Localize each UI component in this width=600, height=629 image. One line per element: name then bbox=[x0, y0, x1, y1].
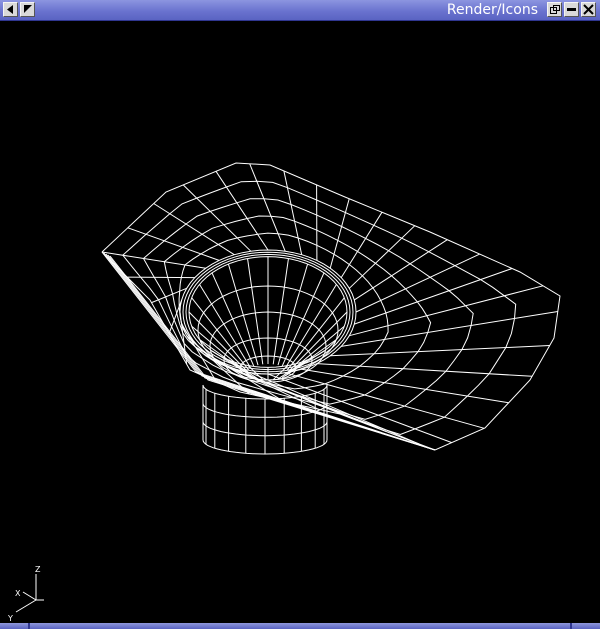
minimize-icon bbox=[567, 8, 576, 11]
shade-arrow-icon bbox=[24, 5, 32, 13]
funnel-radial bbox=[247, 258, 264, 365]
y-axis-label: Y bbox=[7, 614, 13, 621]
flange-radial bbox=[182, 184, 252, 252]
border-notch-right bbox=[570, 623, 572, 629]
flange-ring bbox=[142, 198, 474, 420]
flange-radial bbox=[250, 372, 420, 445]
flange-radial bbox=[316, 363, 533, 377]
wing-edge bbox=[107, 254, 436, 451]
window-title: Render/Icons bbox=[446, 2, 538, 18]
axis-triad: Z X Y bbox=[7, 565, 44, 621]
flange-radial bbox=[267, 373, 452, 444]
minimize-button[interactable] bbox=[564, 2, 579, 17]
flange-radial bbox=[127, 276, 195, 279]
wing-edge bbox=[103, 252, 436, 451]
flange-radial bbox=[283, 170, 303, 255]
close-button[interactable] bbox=[581, 2, 596, 17]
border-notch-left bbox=[28, 623, 30, 629]
flange-radial bbox=[153, 203, 235, 256]
window-menu-icon bbox=[7, 5, 13, 14]
render-viewport[interactable]: Z X Y bbox=[0, 21, 600, 623]
window-menu-button[interactable] bbox=[3, 2, 18, 17]
flange-radial bbox=[349, 285, 544, 337]
restore-icon bbox=[550, 5, 560, 14]
bottom-border bbox=[0, 623, 600, 629]
z-axis-label: Z bbox=[35, 565, 41, 574]
wing-edge bbox=[105, 253, 436, 451]
close-icon bbox=[583, 4, 594, 15]
shade-button[interactable] bbox=[20, 2, 35, 17]
wire-mesh bbox=[101, 162, 561, 455]
flange-radial bbox=[215, 171, 269, 251]
flange-radial bbox=[340, 211, 383, 278]
flange-radial bbox=[330, 345, 550, 357]
render-window: Render/Icons Z X Y bbox=[0, 0, 600, 629]
x-axis-label: X bbox=[15, 589, 21, 598]
funnel-radial bbox=[272, 258, 289, 365]
title-bar[interactable]: Render/Icons bbox=[0, 0, 600, 21]
flange-radial bbox=[249, 163, 286, 252]
restore-button[interactable] bbox=[547, 2, 562, 17]
wireframe-model[interactable] bbox=[0, 21, 600, 623]
